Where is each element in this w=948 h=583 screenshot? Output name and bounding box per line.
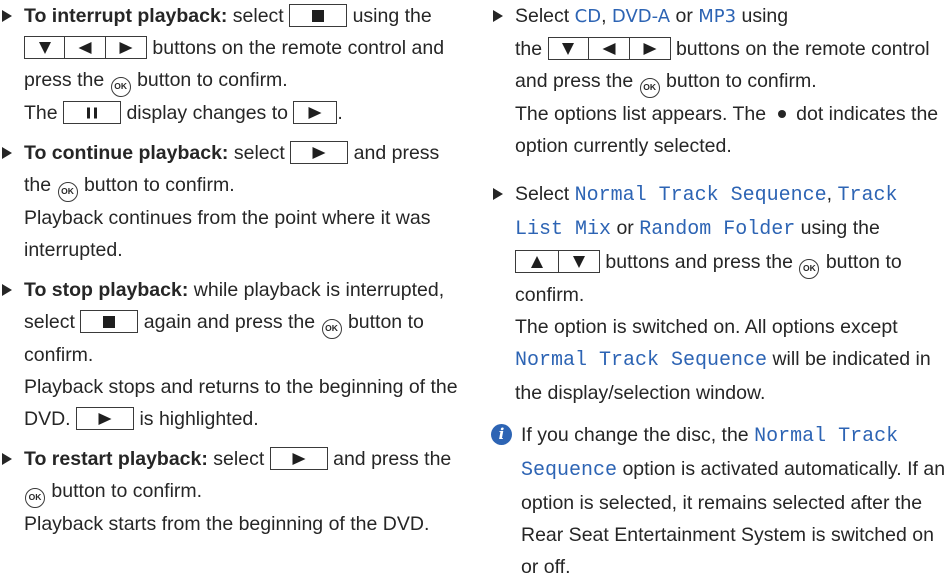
pause-key bbox=[63, 101, 122, 124]
ok-button-icon: OK bbox=[799, 259, 820, 279]
left-key bbox=[65, 36, 106, 59]
down-key bbox=[24, 36, 65, 59]
down-arrow-icon bbox=[562, 42, 575, 55]
play-icon bbox=[308, 106, 322, 119]
ok-button-icon: OK bbox=[25, 488, 45, 508]
step-restart-playback: To restart playback: select and press th… bbox=[0, 443, 470, 540]
left-column: To interrupt playback: select using the … bbox=[0, 0, 470, 540]
right-key bbox=[629, 37, 671, 60]
stop-key bbox=[80, 310, 139, 333]
down-key bbox=[547, 37, 589, 60]
step-text: using bbox=[352, 5, 400, 27]
bullet-arrow-icon bbox=[2, 147, 12, 159]
down-arrow-icon bbox=[573, 255, 585, 268]
play-key bbox=[76, 407, 135, 430]
option-cd: CD bbox=[574, 6, 602, 27]
note-text: If you change the disc, the bbox=[521, 424, 749, 446]
result-text: The option is switched on. All options e… bbox=[515, 316, 898, 338]
step-heading: To stop playback: bbox=[24, 279, 189, 301]
step-text: using bbox=[741, 5, 789, 27]
down-arrow-icon bbox=[38, 41, 51, 54]
ok-button-icon: OK bbox=[639, 78, 660, 98]
step-text: the bbox=[515, 38, 543, 60]
step-text: or bbox=[675, 5, 693, 27]
step-text: select bbox=[232, 5, 284, 27]
play-key bbox=[290, 141, 349, 164]
step-text: or bbox=[616, 217, 634, 239]
result-text: Playback starts from the beginning of th… bbox=[24, 513, 430, 535]
step-text: select bbox=[213, 448, 265, 470]
step-text: buttons on the remote bbox=[152, 37, 343, 59]
step-heading: To continue playback: bbox=[24, 142, 229, 164]
step-text: the bbox=[404, 5, 432, 27]
stop-icon bbox=[312, 9, 325, 22]
play-icon bbox=[119, 41, 133, 54]
ok-button-icon: OK bbox=[57, 182, 78, 202]
option-normal-track-sequence: Normal Track Sequence bbox=[574, 184, 827, 207]
left-arrow-icon bbox=[78, 41, 92, 54]
result-text: . bbox=[337, 102, 343, 124]
bullet-arrow-icon bbox=[2, 10, 12, 22]
step-select-media: Select CD, DVD-A or MP3 using the button… bbox=[491, 0, 948, 162]
result-text: The bbox=[24, 102, 58, 124]
play-key bbox=[293, 101, 338, 124]
right-column: Select CD, DVD-A or MP3 using the button… bbox=[491, 0, 948, 583]
result-text: display changes to bbox=[126, 102, 288, 124]
up-arrow-icon bbox=[531, 255, 543, 268]
step-stop-playback: To stop playback: while playback is inte… bbox=[0, 274, 470, 435]
step-text: using the bbox=[800, 217, 880, 239]
play-icon bbox=[643, 42, 657, 55]
step-text: and bbox=[353, 142, 387, 164]
info-note: i If you change the disc, the Normal Tra… bbox=[491, 419, 948, 583]
step-text: again and press the bbox=[143, 311, 316, 333]
pause-icon bbox=[87, 107, 98, 118]
stop-icon bbox=[103, 315, 116, 328]
step-text: button to confirm. bbox=[51, 480, 203, 502]
step-text: buttons on the remote bbox=[675, 38, 866, 60]
step-text: button to confirm. bbox=[83, 174, 235, 196]
bullet-arrow-icon bbox=[493, 10, 503, 22]
result-text: Playback continues from the point where … bbox=[24, 207, 431, 261]
play-icon bbox=[292, 452, 306, 465]
down-key bbox=[559, 250, 600, 273]
stop-key bbox=[289, 4, 348, 27]
result-text: The options list appears. The bbox=[515, 103, 767, 125]
play-key bbox=[269, 447, 328, 470]
play-icon bbox=[98, 412, 112, 425]
step-text: Select bbox=[515, 5, 570, 27]
step-continue-playback: To continue playback: select and press t… bbox=[0, 137, 470, 266]
step-text: and bbox=[333, 448, 366, 470]
ok-button-icon: OK bbox=[110, 77, 131, 97]
right-key bbox=[106, 36, 147, 59]
bullet-arrow-icon bbox=[2, 453, 12, 465]
up-key bbox=[515, 250, 559, 273]
step-heading: To interrupt playback: bbox=[24, 5, 228, 27]
step-interrupt-playback: To interrupt playback: select using the … bbox=[0, 0, 470, 129]
bullet-arrow-icon bbox=[493, 188, 503, 200]
step-text: select bbox=[233, 142, 285, 164]
step-heading: To restart playback: bbox=[24, 448, 208, 470]
option-random-folder: Random Folder bbox=[639, 218, 796, 241]
step-text: , bbox=[601, 5, 607, 27]
step-text: button to confirm. bbox=[137, 69, 288, 91]
step-select-option: Select Normal Track Sequence, Track List… bbox=[491, 178, 948, 409]
play-icon bbox=[312, 146, 326, 159]
step-text: buttons and press the bbox=[605, 251, 793, 273]
dot-icon bbox=[778, 110, 787, 118]
ok-button-icon: OK bbox=[321, 319, 342, 339]
step-text: , bbox=[826, 183, 833, 205]
info-icon: i bbox=[491, 424, 512, 445]
result-text: is highlighted. bbox=[139, 408, 259, 430]
option-dvd-a: DVD-A bbox=[611, 6, 671, 27]
bullet-arrow-icon bbox=[2, 284, 12, 296]
option-mp3: MP3 bbox=[698, 6, 737, 27]
left-arrow-icon bbox=[602, 42, 616, 55]
option-normal-track-sequence: Normal Track Sequence bbox=[515, 349, 768, 372]
step-text: Select bbox=[515, 183, 570, 205]
step-text: button to confirm. bbox=[666, 70, 817, 92]
left-key bbox=[588, 37, 630, 60]
step-text: press the bbox=[371, 448, 452, 470]
